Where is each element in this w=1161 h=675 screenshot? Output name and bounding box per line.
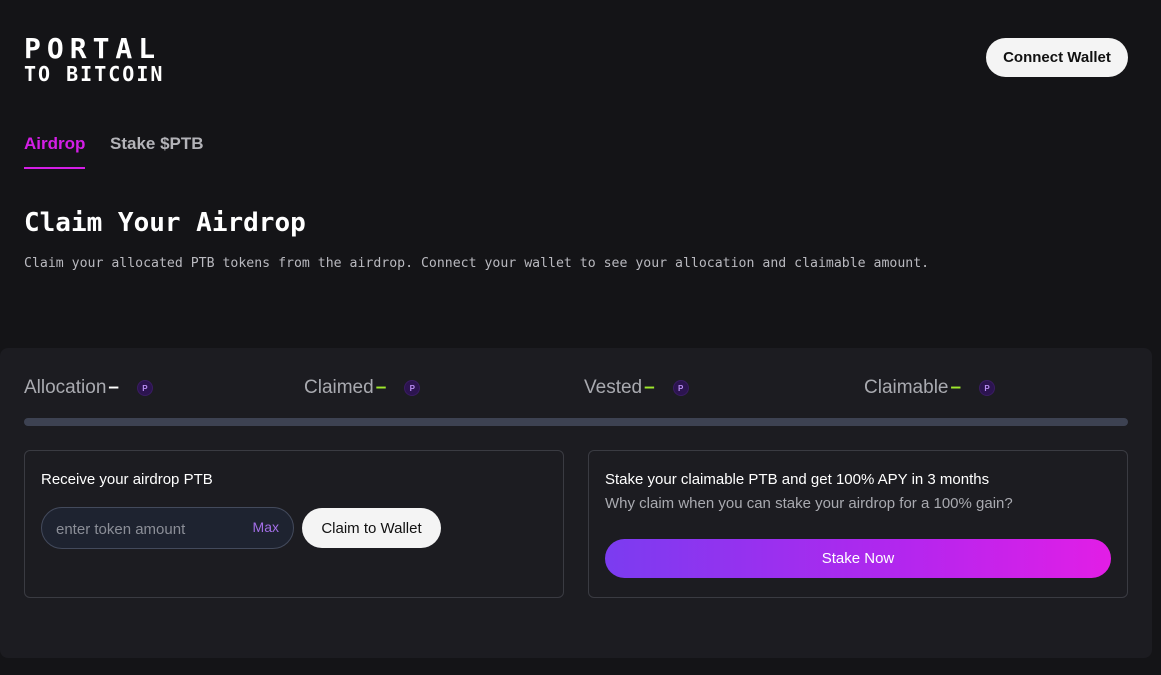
stake-airdrop-card: Stake your claimable PTB and get 100% AP… <box>588 450 1128 598</box>
logo-text-line1: PORTAL <box>24 32 162 65</box>
ptb-token-icon: P <box>672 380 689 396</box>
stat-label: Vested <box>584 377 643 398</box>
portal-to-bitcoin-logo[interactable]: PORTAL TO BITCOIN <box>24 32 194 86</box>
claim-to-wallet-button[interactable]: Claim to Wallet <box>302 508 441 548</box>
stat-vested: Vested – P <box>584 375 689 401</box>
ptb-token-icon: P <box>404 380 421 396</box>
page-title: Claim Your Airdrop <box>24 208 306 238</box>
tab-airdrop[interactable]: Airdrop <box>24 134 86 169</box>
stat-claimable: Claimable – P <box>864 375 996 401</box>
max-button[interactable]: Max <box>253 519 279 535</box>
stat-label: Claimable <box>864 377 949 398</box>
vesting-progress-bar <box>24 418 1128 426</box>
logo-text-line2: TO BITCOIN <box>24 62 165 86</box>
receive-airdrop-card: Receive your airdrop PTB Max Claim to Wa… <box>24 450 564 598</box>
airdrop-panel: Allocation – P Claimed – P Vested – P Cl… <box>0 348 1152 658</box>
stat-value: – <box>108 377 119 398</box>
stake-now-button[interactable]: Stake Now <box>605 539 1111 578</box>
connect-wallet-button[interactable]: Connect Wallet <box>986 38 1128 77</box>
stat-claimed: Claimed – P <box>304 375 421 401</box>
stake-card-title: Stake your claimable PTB and get 100% AP… <box>605 471 990 488</box>
stat-value: – <box>950 377 962 398</box>
tab-stake-ptb[interactable]: Stake $PTB <box>110 134 204 167</box>
stat-value: – <box>644 377 655 398</box>
stat-label: Allocation <box>24 377 107 398</box>
ptb-token-icon: P <box>136 380 153 396</box>
ptb-token-icon: P <box>979 380 996 396</box>
stake-card-subtitle: Why claim when you can stake your airdro… <box>605 495 1013 512</box>
page-subtitle: Claim your allocated PTB tokens from the… <box>24 256 930 271</box>
token-amount-field: Max <box>41 507 294 550</box>
token-amount-input[interactable] <box>54 508 248 550</box>
stat-value: – <box>375 377 387 398</box>
receive-card-title: Receive your airdrop PTB <box>41 471 213 488</box>
stat-label: Claimed <box>304 377 374 398</box>
stat-allocation: Allocation – P <box>24 375 153 401</box>
